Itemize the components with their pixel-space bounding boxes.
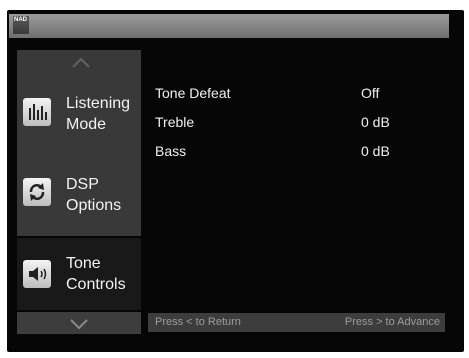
menu-item-label: DSP Options [66,176,122,214]
menu-item-label: Tone Controls [66,255,126,293]
scroll-down-button[interactable] [17,312,141,334]
chevron-down-icon [70,319,88,330]
scroll-up-icon[interactable] [71,55,91,69]
setting-value: 0 dB [361,114,390,130]
setting-row-tone-defeat[interactable]: Tone Defeat Off [155,85,445,114]
logo-text: NAD [14,17,27,23]
setting-name: Bass [155,143,187,159]
advance-hint: Press > to Advance [344,316,440,328]
menu-item-dsp-options[interactable]: DSP Options [17,170,141,230]
menu-item-label: Listening Mode [66,95,131,133]
nad-logo: NAD [13,16,29,34]
return-hint: Press < to Return [155,316,241,328]
equalizer-icon [23,98,51,126]
top-bar: NAD [9,14,449,38]
settings-list: Tone Defeat Off Treble 0 dB Bass 0 dB [155,85,445,172]
refresh-icon [23,178,51,206]
menu-item-tone-controls[interactable]: Tone Controls [17,238,141,310]
setting-value: Off [361,85,380,101]
setting-name: Treble [155,114,195,130]
setting-row-treble[interactable]: Treble 0 dB [155,114,445,143]
setting-value: 0 dB [361,143,390,159]
menu-item-listening-mode[interactable]: Listening Mode [17,90,141,150]
setting-name: Tone Defeat [155,85,231,101]
setting-row-bass[interactable]: Bass 0 dB [155,143,445,172]
speaker-icon [23,260,51,288]
footer-hint-bar: Press < to Return Press > to Advance [148,313,445,332]
